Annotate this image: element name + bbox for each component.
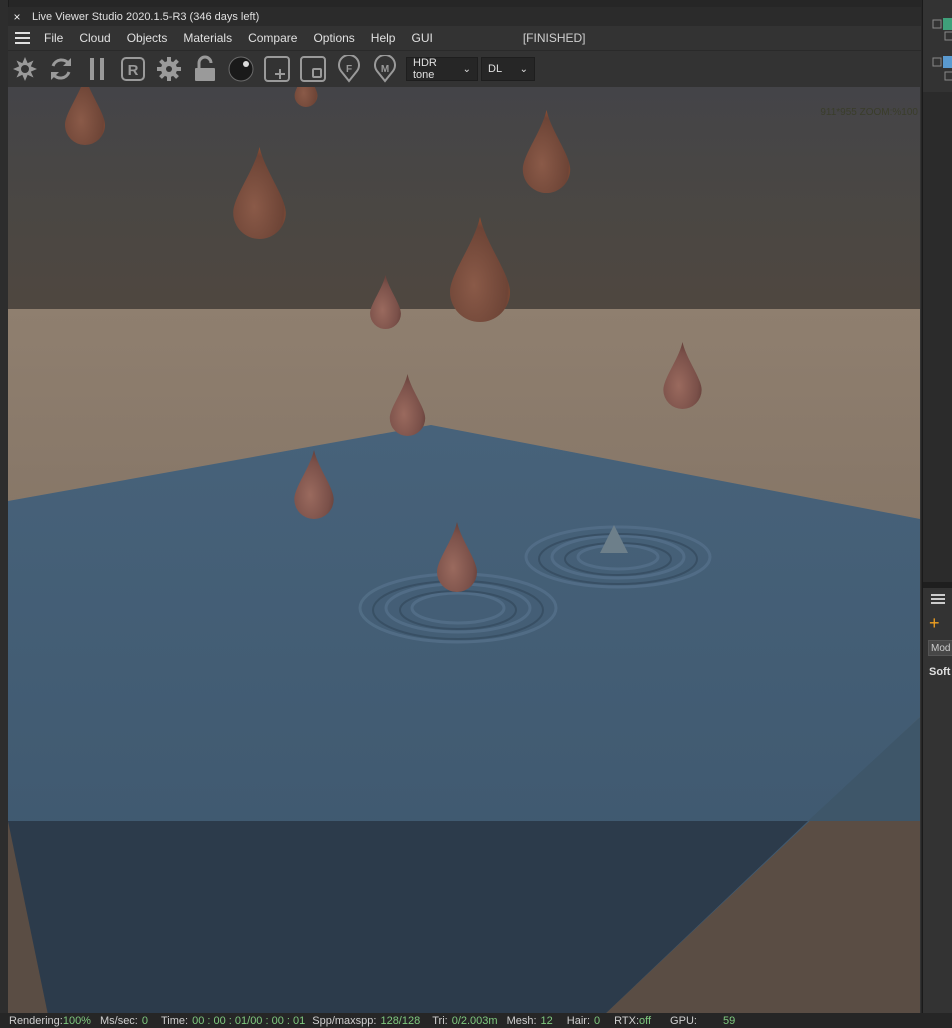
svg-text:M: M (381, 64, 389, 75)
tri-value: 0/2.003m (451, 1014, 498, 1027)
menu-options[interactable]: Options (305, 31, 362, 45)
close-icon[interactable]: × (8, 10, 26, 24)
toolbar: R F M HDR tone ⌄ DL ⌄ (8, 51, 921, 87)
title-bar: × Live Viewer Studio 2020.1.5-R3 (346 da… (8, 7, 921, 26)
mesh-label: Mesh: (506, 1014, 537, 1027)
rendering-value: 100% (62, 1014, 91, 1027)
time-label: Time: (161, 1014, 189, 1027)
tonemap-select[interactable]: HDR tone ⌄ (406, 57, 478, 81)
sphere-icon[interactable] (226, 54, 256, 84)
menu-help[interactable]: Help (363, 31, 404, 45)
gpu-value: 59 (722, 1014, 736, 1027)
menu-file[interactable]: File (36, 31, 71, 45)
tri-label: Tri: (432, 1014, 448, 1027)
hair-value: 0 (594, 1014, 601, 1027)
right-side-panel: + Mod Soft (922, 0, 952, 1013)
rtx-value: off (639, 1014, 652, 1027)
lock-icon[interactable] (190, 54, 220, 84)
mode-button[interactable]: Mod (928, 640, 952, 656)
material-pin-icon[interactable]: M (370, 54, 400, 84)
hair-label: Hair: (566, 1014, 591, 1027)
tree-node-icons (932, 18, 952, 81)
gear-icon[interactable] (154, 54, 184, 84)
add-region-icon[interactable] (262, 54, 292, 84)
region-r-icon[interactable]: R (118, 54, 148, 84)
tonemap-select-value: HDR tone (413, 57, 437, 81)
kernel-select[interactable]: DL ⌄ (481, 57, 535, 81)
menu-objects[interactable]: Objects (119, 31, 176, 45)
menu-compare[interactable]: Compare (240, 31, 305, 45)
soft-label: Soft (929, 666, 951, 678)
zoom-label: 911*955 ZOOM:%100 (820, 107, 918, 118)
spp-value: 128/128 (380, 1014, 421, 1027)
aperture-icon[interactable] (10, 54, 40, 84)
window-title: Live Viewer Studio 2020.1.5-R3 (346 days… (32, 10, 260, 23)
svg-text:F: F (346, 64, 352, 75)
object-tree-panel (923, 0, 952, 92)
menu-gui[interactable]: GUI (403, 31, 440, 45)
kernel-select-value: DL (488, 63, 503, 75)
status-bar: Rendering: 100% Ms/sec: 0 Time: 00 : 00 … (0, 1013, 952, 1028)
render-status: [FINISHED] (522, 31, 586, 45)
rendering-label: Rendering: (9, 1014, 63, 1027)
focus-pin-icon[interactable]: F (334, 54, 364, 84)
region-select-icon[interactable] (298, 54, 328, 84)
svg-text:R: R (128, 62, 139, 79)
live-viewer-window: × Live Viewer Studio 2020.1.5-R3 (346 da… (8, 7, 921, 1028)
chevron-down-icon: ⌄ (519, 63, 528, 75)
time-value: 00 : 00 : 01/00 : 00 : 01 (192, 1014, 306, 1027)
panel-menu-icon[interactable] (931, 594, 945, 604)
ms-label: Ms/sec: (99, 1014, 138, 1027)
refresh-icon[interactable] (46, 54, 76, 84)
menu-cloud[interactable]: Cloud (71, 31, 118, 45)
add-icon[interactable]: + (929, 614, 940, 632)
gpu-label: GPU: (670, 1014, 697, 1027)
rtx-label: RTX: (614, 1014, 640, 1027)
attributes-panel: + Mod Soft (923, 588, 952, 1013)
mesh-value: 12 (540, 1014, 553, 1027)
render-viewport[interactable]: 911*955 ZOOM:%100 (8, 87, 920, 1015)
chevron-down-icon: ⌄ (462, 63, 471, 75)
ms-value: 0 (141, 1014, 148, 1027)
render-image (8, 87, 920, 1015)
hamburger-menu-icon[interactable] (8, 32, 36, 44)
spp-label: Spp/maxspp: (312, 1014, 377, 1027)
menu-materials[interactable]: Materials (175, 31, 240, 45)
pause-icon[interactable] (82, 54, 112, 84)
menu-bar: File Cloud Objects Materials Compare Opt… (8, 26, 921, 51)
